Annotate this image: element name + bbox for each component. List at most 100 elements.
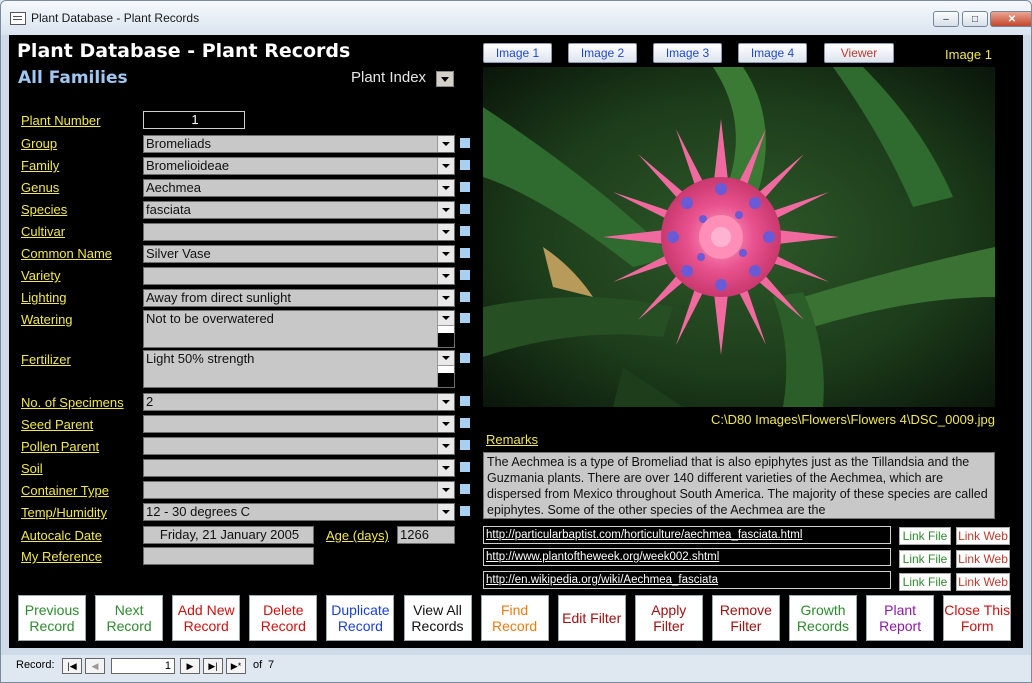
label-group[interactable]: Group [21,136,57,151]
previous-record-button[interactable]: Previous Record [18,595,86,641]
pollen-parent-combobox[interactable] [143,437,455,455]
species-combobox[interactable]: fasciata [143,201,455,219]
last-record-icon[interactable]: ▶| [203,658,223,674]
label-cultivar[interactable]: Cultivar [21,224,65,239]
family-combobox[interactable]: Bromelioideae [143,157,455,175]
edit-filter-button[interactable]: Edit Filter [557,595,626,641]
container-type-indicator[interactable] [460,484,470,494]
group-indicator[interactable] [460,138,470,148]
viewer-button[interactable]: Viewer [824,43,894,63]
species-indicator[interactable] [460,204,470,214]
soil-combobox[interactable] [143,459,455,477]
group-dropdown-arrow-icon[interactable] [437,136,454,152]
next-record-icon[interactable]: ▶ [180,658,200,674]
specimens-dropdown-arrow-icon[interactable] [437,394,454,410]
family-indicator[interactable] [460,160,470,170]
variety-indicator[interactable] [460,270,470,280]
record-number-input[interactable]: 1 [111,658,175,674]
label-age-days[interactable]: Age (days) [326,528,389,543]
seed-parent-combobox[interactable] [143,415,455,433]
species-dropdown-arrow-icon[interactable] [437,202,454,218]
remove-filter-button[interactable]: Remove Filter [711,595,780,641]
remarks-textarea[interactable]: The Aechmea is a type of Bromeliad that … [483,452,995,519]
soil-indicator[interactable] [460,462,470,472]
specimens-indicator[interactable] [460,396,470,406]
image-3-button[interactable]: Image 3 [653,43,722,63]
watering-textarea[interactable]: Not to be overwatered [143,310,455,348]
label-seed-parent[interactable]: Seed Parent [21,417,93,432]
cultivar-indicator[interactable] [460,226,470,236]
image-1-button[interactable]: Image 1 [483,43,552,63]
age-days-field[interactable]: 1266 [397,526,455,544]
web-link-1[interactable]: http://particularbaptist.com/horticultur… [483,526,891,544]
duplicate-record-button[interactable]: Duplicate Record [326,595,395,641]
find-record-button[interactable]: Find Record [480,595,549,641]
specimens-combobox[interactable]: 2 [143,393,455,411]
scroll-up-arrow-icon[interactable] [438,351,454,366]
cultivar-dropdown-arrow-icon[interactable] [437,224,454,240]
label-pollen-parent[interactable]: Pollen Parent [21,439,99,454]
variety-dropdown-arrow-icon[interactable] [437,268,454,284]
growth-records-button[interactable]: Growth Records [789,595,857,641]
container-type-dropdown-arrow-icon[interactable] [437,482,454,498]
link-file-button-3[interactable]: Link File [899,573,951,591]
next-record-button[interactable]: Next Record [95,595,164,641]
genus-indicator[interactable] [460,182,470,192]
my-reference-field[interactable] [143,547,314,565]
previous-record-icon[interactable]: ◀ [85,658,105,674]
label-genus[interactable]: Genus [21,180,59,195]
common-name-combobox[interactable]: Silver Vase [143,245,455,263]
label-soil[interactable]: Soil [21,461,43,476]
new-record-icon[interactable]: ▶* [226,658,246,674]
lighting-combobox[interactable]: Away from direct sunlight [143,289,455,307]
web-link-2[interactable]: http://www.plantoftheweek.org/week002.sh… [483,548,891,566]
seed-parent-indicator[interactable] [460,418,470,428]
fertilizer-scrollbar[interactable] [437,351,454,387]
maximize-button[interactable]: □ [962,11,988,27]
temp-humidity-indicator[interactable] [460,506,470,516]
label-plant-number[interactable]: Plant Number [21,113,100,128]
autocalc-date-field[interactable]: Friday, 21 January 2005 [143,526,314,544]
label-watering[interactable]: Watering [21,312,73,327]
close-window-button[interactable]: ✕ [990,11,1031,27]
genus-dropdown-arrow-icon[interactable] [437,180,454,196]
view-all-records-button[interactable]: View All Records [403,595,472,641]
plant-number-field[interactable]: 1 [143,111,245,129]
link-web-button-3[interactable]: Link Web [956,573,1010,591]
link-file-button-1[interactable]: Link File [899,527,951,545]
label-autocalc-date[interactable]: Autocalc Date [21,528,102,543]
web-link-3[interactable]: http://en.wikipedia.org/wiki/Aechmea_fas… [483,571,891,589]
watering-indicator[interactable] [460,313,470,323]
link-file-button-2[interactable]: Link File [899,550,951,568]
first-record-icon[interactable]: |◀ [62,658,82,674]
lighting-dropdown-arrow-icon[interactable] [437,290,454,306]
plant-report-button[interactable]: Plant Report [866,595,935,641]
common-name-indicator[interactable] [460,248,470,258]
delete-record-button[interactable]: Delete Record [249,595,318,641]
remarks-label[interactable]: Remarks [486,432,538,447]
label-species[interactable]: Species [21,202,67,217]
genus-combobox[interactable]: Aechmea [143,179,455,197]
label-variety[interactable]: Variety [21,268,61,283]
fertilizer-textarea[interactable]: Light 50% strength [143,350,455,388]
label-container-type[interactable]: Container Type [21,483,109,498]
pollen-parent-dropdown-arrow-icon[interactable] [437,438,454,454]
cultivar-combobox[interactable] [143,223,455,241]
group-combobox[interactable]: Bromeliads [143,135,455,153]
plant-index-dropdown-button[interactable] [436,71,454,87]
common-name-dropdown-arrow-icon[interactable] [437,246,454,262]
label-no-of-specimens[interactable]: No. of Specimens [21,395,124,410]
link-web-button-2[interactable]: Link Web [956,550,1010,568]
lighting-indicator[interactable] [460,292,470,302]
watering-scrollbar[interactable] [437,311,454,347]
variety-combobox[interactable] [143,267,455,285]
fertilizer-indicator[interactable] [460,353,470,363]
apply-filter-button[interactable]: Apply Filter [634,595,703,641]
image-4-button[interactable]: Image 4 [738,43,807,63]
minimize-button[interactable]: – [933,11,959,27]
seed-parent-dropdown-arrow-icon[interactable] [437,416,454,432]
pollen-parent-indicator[interactable] [460,440,470,450]
label-common-name[interactable]: Common Name [21,246,112,261]
link-web-button-1[interactable]: Link Web [956,527,1010,545]
label-my-reference[interactable]: My Reference [21,549,102,564]
